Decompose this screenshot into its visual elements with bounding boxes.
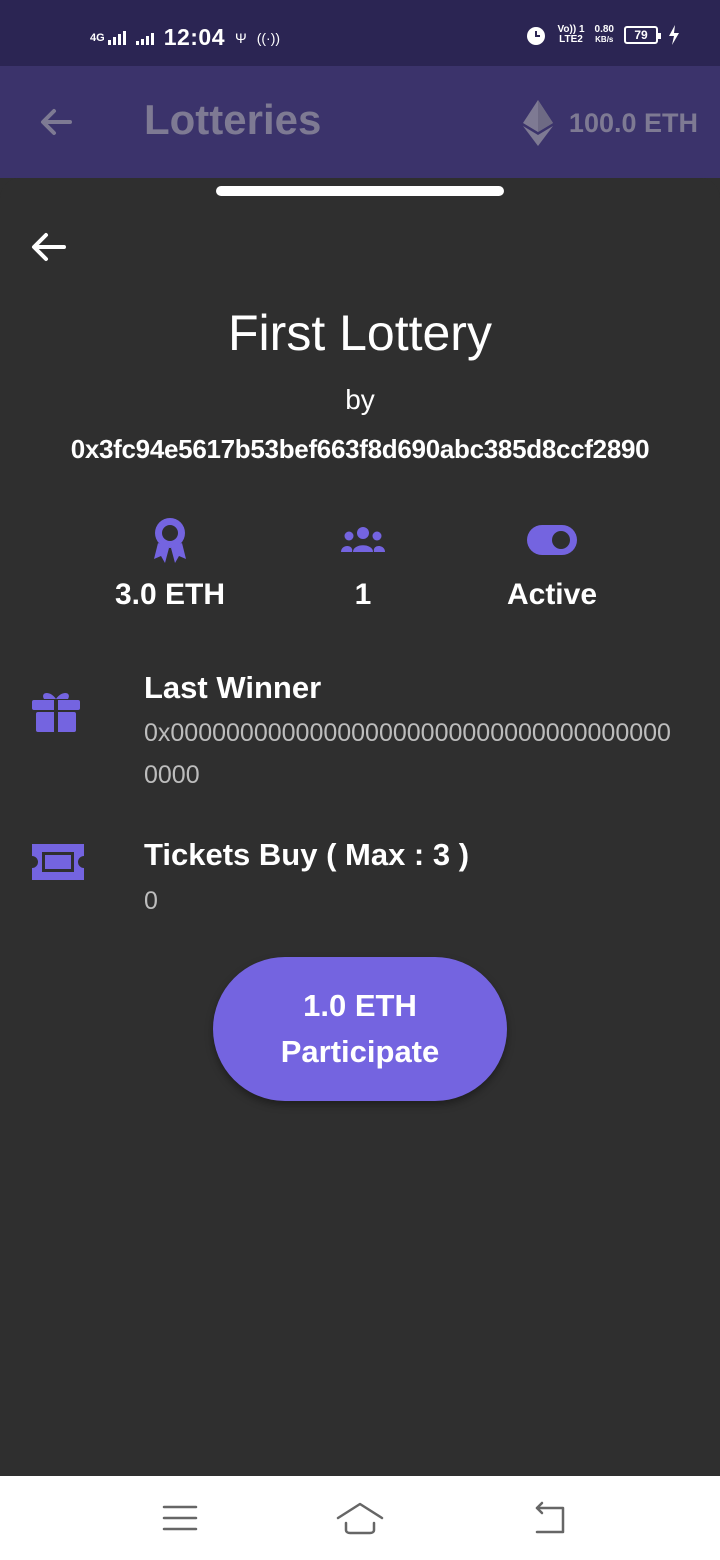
battery-icon: 79 — [624, 26, 661, 44]
back-icon[interactable] — [525, 1498, 575, 1538]
usb-icon: Ψ — [235, 29, 247, 46]
back-arrow-icon[interactable] — [36, 102, 76, 142]
clock: 12:04 — [163, 24, 226, 50]
speed-indicator: 0.80 KB/s — [595, 25, 614, 45]
speed-unit: KB/s — [595, 35, 614, 44]
last-winner-address: 0x00000000000000000000000000000000000000… — [144, 719, 671, 789]
status-right: Vo)) 1 LTE2 0.80 KB/s 79 — [525, 24, 680, 46]
battery-level: 79 — [634, 28, 648, 42]
drag-handle[interactable] — [216, 186, 504, 196]
status-bar: 4G 12:04 Ψ ((·)) Vo)) 1 LTE2 0.80 KB/s 7… — [0, 0, 720, 66]
award-icon — [154, 518, 186, 563]
network-type: 4G — [90, 31, 105, 44]
signal-2-icon — [135, 31, 154, 45]
ticket-price: 1.0 ETH — [303, 988, 417, 1023]
balance-value: 100.0 ETH — [568, 107, 698, 138]
ticket-icon — [32, 844, 84, 880]
prize-value: 3.0 ETH — [114, 578, 226, 611]
alarm-icon — [527, 27, 546, 45]
participants-value: 1 — [354, 578, 372, 611]
lottery-detail-sheet: First Lottery by 0x3fc94e5617b53bef663f8… — [0, 178, 720, 1476]
toggle-on-icon — [527, 525, 577, 555]
lottery-title: First Lottery — [228, 305, 492, 361]
status-stat: Active — [452, 512, 652, 612]
charging-icon — [669, 25, 679, 45]
participate-button[interactable]: 1.0 ETH Participate — [213, 957, 507, 1101]
speed-value: 0.80 — [594, 24, 614, 35]
participate-label: Participate — [280, 1034, 440, 1069]
back-arrow-icon[interactable] — [28, 226, 70, 268]
hotspot-icon: ((·)) — [256, 29, 281, 46]
app-bar: Lotteries 100.0 ETH — [0, 66, 720, 178]
tickets-value: 0 — [144, 887, 158, 915]
creator-address: 0x3fc94e5617b53bef663f8d690abc385d8ccf28… — [70, 434, 650, 464]
home-icon[interactable] — [335, 1498, 385, 1538]
users-icon — [341, 527, 385, 552]
network-indicator: 4G — [90, 30, 126, 45]
wallet-balance: 100.0 ETH — [522, 100, 698, 146]
gift-icon — [32, 692, 80, 732]
menu-icon[interactable] — [155, 1498, 205, 1538]
app-title: Lotteries — [144, 96, 322, 143]
by-label: by — [345, 384, 375, 415]
signal-icon — [107, 30, 126, 45]
ethereum-icon — [522, 100, 553, 146]
lte-label: LTE2 — [559, 34, 583, 45]
volte-indicator: Vo)) 1 LTE2 — [557, 25, 584, 45]
status-left: 4G 12:04 Ψ ((·)) — [90, 24, 280, 51]
participants-stat: 1 — [263, 512, 463, 612]
prize-stat: 3.0 ETH — [70, 512, 270, 612]
tickets-label: Tickets Buy ( Max : 3 ) — [144, 837, 470, 872]
system-nav-bar — [0, 1476, 720, 1560]
status-value: Active — [506, 578, 598, 611]
last-winner-label: Last Winner — [144, 670, 322, 705]
